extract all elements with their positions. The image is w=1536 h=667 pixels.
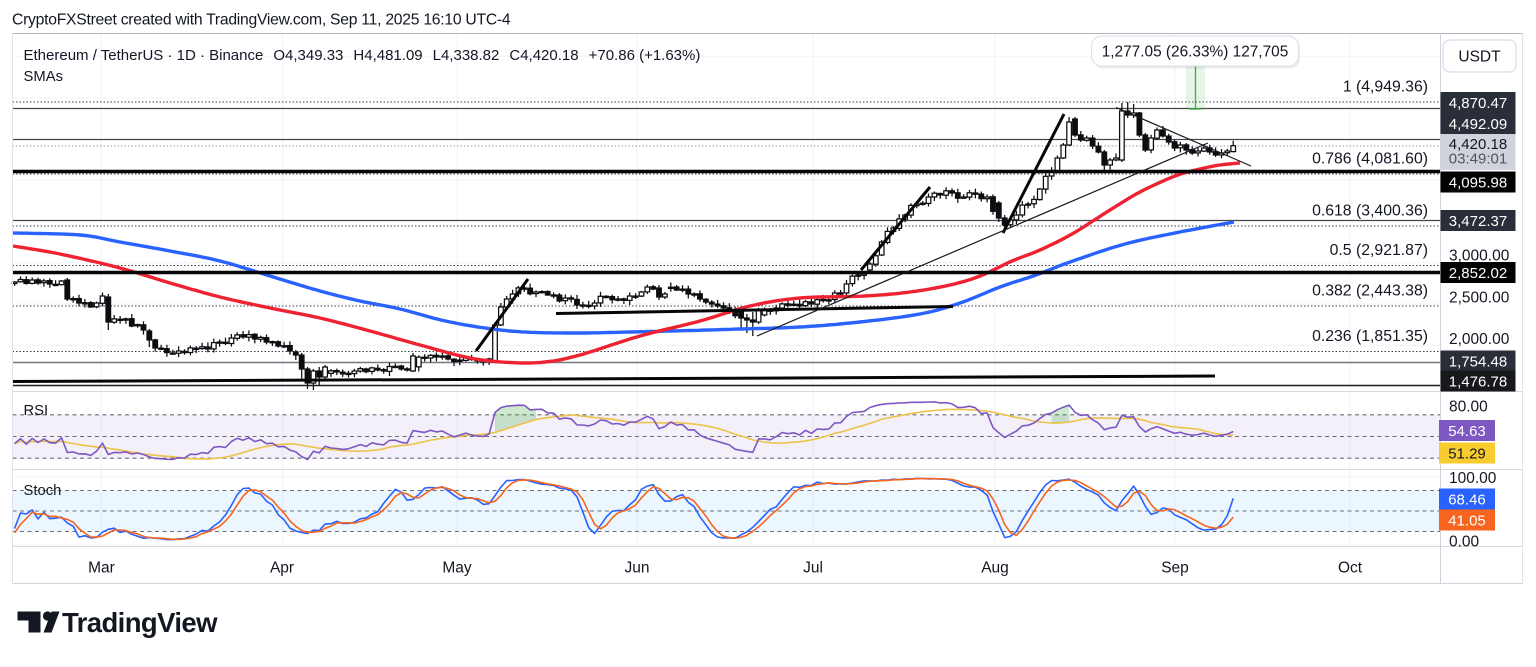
- svg-text:Sep: Sep: [1161, 560, 1189, 577]
- svg-text:Oct: Oct: [1338, 560, 1363, 577]
- svg-text:4,492.09: 4,492.09: [1449, 116, 1507, 133]
- svg-text:41.05: 41.05: [1448, 512, 1486, 529]
- svg-text:2,852.02: 2,852.02: [1449, 265, 1507, 282]
- svg-text:80.00: 80.00: [1449, 398, 1488, 415]
- svg-text:Jul: Jul: [803, 560, 823, 577]
- svg-text:2,000.00: 2,000.00: [1449, 331, 1510, 348]
- svg-text:03:49:01: 03:49:01: [1449, 151, 1507, 168]
- svg-text:0.236 (1,851.35): 0.236 (1,851.35): [1312, 328, 1428, 345]
- svg-text:USDT: USDT: [1458, 49, 1501, 66]
- svg-text:0.5 (2,921.87): 0.5 (2,921.87): [1330, 242, 1428, 259]
- svg-text:0.786 (4,081.60): 0.786 (4,081.60): [1312, 151, 1428, 168]
- svg-text:3,472.37: 3,472.37: [1449, 213, 1507, 230]
- svg-text:51.29: 51.29: [1448, 445, 1486, 462]
- svg-text:0.618 (3,400.36): 0.618 (3,400.36): [1312, 203, 1428, 220]
- svg-text:RSI: RSI: [24, 403, 49, 419]
- svg-text:Stoch: Stoch: [24, 483, 62, 499]
- svg-text:2,500.00: 2,500.00: [1449, 289, 1510, 306]
- svg-text:3,000.00: 3,000.00: [1449, 247, 1510, 264]
- svg-text:CryptoFXStreet created with Tr: CryptoFXStreet created with TradingView.…: [12, 12, 511, 29]
- svg-text:100.00: 100.00: [1449, 470, 1497, 487]
- svg-text:SMAs: SMAs: [24, 69, 63, 85]
- svg-text:Mar: Mar: [88, 560, 115, 577]
- svg-text:TradingView: TradingView: [62, 607, 218, 638]
- svg-text:68.46: 68.46: [1448, 491, 1486, 508]
- svg-text:0.382 (2,443.38): 0.382 (2,443.38): [1312, 283, 1428, 300]
- svg-text:Aug: Aug: [981, 560, 1009, 577]
- svg-text:4,870.47: 4,870.47: [1449, 95, 1507, 112]
- svg-text:Apr: Apr: [270, 560, 294, 577]
- svg-text:0.00: 0.00: [1449, 533, 1480, 550]
- svg-text:May: May: [442, 560, 472, 577]
- svg-text:Ethereum / TetherUS · 1D · Bin: Ethereum / TetherUS · 1D · BinanceO4,349…: [24, 47, 701, 64]
- svg-text:1,754.48: 1,754.48: [1449, 353, 1507, 370]
- svg-text:54.63: 54.63: [1448, 423, 1486, 440]
- svg-text:1 (4,949.36): 1 (4,949.36): [1343, 79, 1428, 96]
- svg-text:Jun: Jun: [625, 560, 650, 577]
- svg-text:4,095.98: 4,095.98: [1449, 174, 1507, 191]
- svg-text:1,277.05 (26.33%) 127,705: 1,277.05 (26.33%) 127,705: [1102, 44, 1289, 61]
- svg-text:1,476.78: 1,476.78: [1449, 373, 1507, 390]
